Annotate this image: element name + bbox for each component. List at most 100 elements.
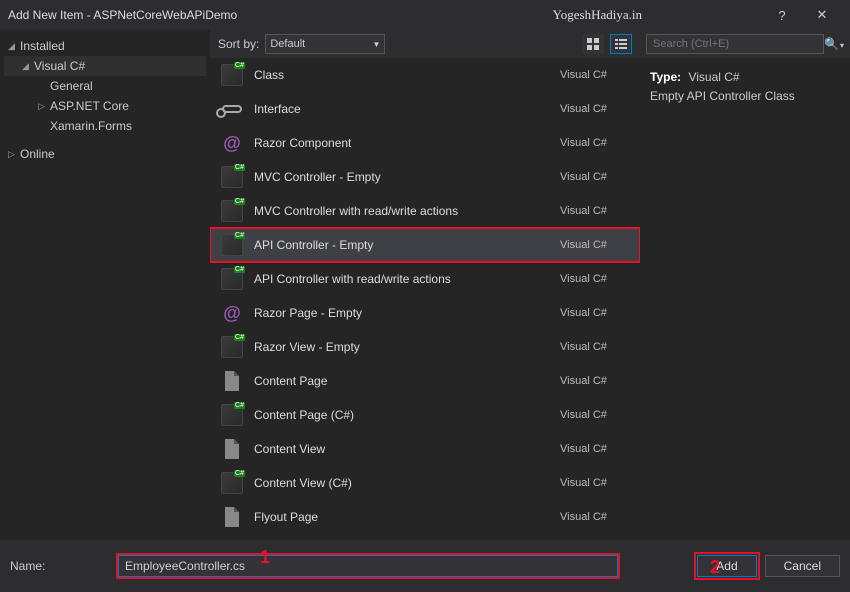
template-label: MVC Controller - Empty bbox=[254, 170, 550, 184]
template-language: Visual C# bbox=[560, 103, 630, 115]
search-row: 🔍▾ bbox=[640, 30, 850, 58]
sort-value: Default bbox=[270, 38, 305, 50]
search-icon[interactable]: 🔍▾ bbox=[824, 37, 844, 51]
list-view-button[interactable] bbox=[610, 34, 632, 54]
template-label: Razor Component bbox=[254, 136, 550, 150]
page-icon bbox=[220, 437, 244, 461]
grid-icon bbox=[587, 38, 599, 50]
chevron-right-icon: ▷ bbox=[8, 149, 20, 160]
cs-icon bbox=[220, 471, 244, 495]
tree-label: Xamarin.Forms bbox=[50, 119, 132, 133]
template-label: Class bbox=[254, 68, 550, 82]
grid-view-button[interactable] bbox=[582, 34, 604, 54]
name-label: Name: bbox=[10, 559, 110, 573]
template-row[interactable]: API Controller - EmptyVisual C# bbox=[210, 228, 640, 262]
sort-dropdown[interactable]: Default ▼ bbox=[265, 34, 385, 54]
tree-label: Installed bbox=[20, 39, 65, 53]
template-label: Content View bbox=[254, 442, 550, 456]
template-row[interactable]: @ Razor Page - Empty Visual C# bbox=[210, 296, 640, 330]
annotation-marker-2: 2 bbox=[710, 557, 720, 578]
tree-label: Visual C# bbox=[34, 59, 85, 73]
cs-icon bbox=[220, 165, 244, 189]
sort-bar: Sort by: Default ▼ bbox=[210, 30, 640, 58]
template-row[interactable]: MVC Controller - Empty Visual C# bbox=[210, 160, 640, 194]
template-label: API Controller with read/write actions bbox=[254, 272, 550, 286]
template-label: Razor View - Empty bbox=[254, 340, 550, 354]
template-row[interactable]: Content View Visual C# bbox=[210, 432, 640, 466]
template-language: Visual C# bbox=[560, 273, 630, 285]
template-language: Visual C# bbox=[560, 341, 630, 353]
template-label: Razor Page - Empty bbox=[254, 306, 550, 320]
template-row[interactable]: MVC Controller with read/write actions Vi… bbox=[210, 194, 640, 228]
bottom-bar: Name: Add Cancel bbox=[0, 540, 850, 592]
template-row[interactable]: Content View (C#) Visual C# bbox=[210, 466, 640, 500]
cs-icon bbox=[220, 199, 244, 223]
tree-label: General bbox=[50, 79, 93, 93]
template-language: Visual C# bbox=[560, 375, 630, 387]
sort-label: Sort by: bbox=[218, 37, 259, 51]
template-row[interactable]: Content Page (C#) Visual C# bbox=[210, 398, 640, 432]
template-language: Visual C# bbox=[560, 443, 630, 455]
template-label: Content Page bbox=[254, 374, 550, 388]
tree-label: Online bbox=[20, 147, 55, 161]
template-row[interactable]: Class Visual C# bbox=[210, 58, 640, 92]
chevron-down-icon: ▼ bbox=[372, 40, 380, 49]
template-language: Visual C# bbox=[560, 409, 630, 421]
template-language: Visual C# bbox=[560, 205, 630, 217]
annotation-marker-1: 1 bbox=[260, 547, 270, 568]
template-label: Interface bbox=[254, 102, 550, 116]
type-value: Visual C# bbox=[688, 70, 739, 84]
template-row[interactable]: Interface Visual C# bbox=[210, 92, 640, 126]
template-label: Content View (C#) bbox=[254, 476, 550, 490]
template-language: Visual C# bbox=[560, 307, 630, 319]
template-row[interactable]: Flyout Page Visual C# bbox=[210, 500, 640, 534]
template-language: Visual C# bbox=[560, 477, 630, 489]
template-list[interactable]: Class Visual C# Interface Visual C# @ Razor C… bbox=[210, 58, 640, 540]
chevron-down-icon: ◢ bbox=[22, 61, 34, 72]
page-icon bbox=[220, 505, 244, 529]
help-button[interactable]: ? bbox=[762, 8, 802, 23]
razor-icon: @ bbox=[220, 301, 244, 325]
interface-icon bbox=[220, 97, 244, 121]
title-bar: Add New Item - ASPNetCoreWebAPiDemo Yoge… bbox=[0, 0, 850, 30]
brand-label: YogeshHadiya.in bbox=[553, 7, 642, 23]
name-input[interactable] bbox=[118, 555, 618, 577]
template-language: Visual C# bbox=[560, 171, 630, 183]
chevron-down-icon: ◢ bbox=[8, 41, 20, 52]
template-language: Visual C# bbox=[560, 137, 630, 149]
cs-icon bbox=[220, 403, 244, 427]
template-label: MVC Controller with read/write actions bbox=[254, 204, 550, 218]
chevron-right-icon: ▷ bbox=[38, 101, 50, 112]
template-detail: Type: Visual C# Empty API Controller Cla… bbox=[640, 58, 850, 116]
cs-icon bbox=[220, 335, 244, 359]
tree-online[interactable]: ▷ Online bbox=[4, 144, 206, 164]
page-icon bbox=[220, 369, 244, 393]
template-language: Visual C# bbox=[560, 69, 630, 81]
razor-icon: @ bbox=[220, 131, 244, 155]
add-button[interactable]: Add bbox=[697, 555, 756, 577]
tree-label: ASP.NET Core bbox=[50, 99, 129, 113]
search-input[interactable] bbox=[646, 34, 824, 54]
template-label: Flyout Page bbox=[254, 510, 550, 524]
template-row[interactable]: Content Page Visual C# bbox=[210, 364, 640, 398]
category-tree: ◢ Installed ◢ Visual C# General ▷ ASP.NE… bbox=[0, 30, 210, 540]
template-language: Visual C# bbox=[560, 511, 630, 523]
cancel-button[interactable]: Cancel bbox=[765, 555, 840, 577]
template-label: Content Page (C#) bbox=[254, 408, 550, 422]
template-row[interactable]: Razor View - Empty Visual C# bbox=[210, 330, 640, 364]
list-icon bbox=[615, 38, 627, 50]
cs-icon bbox=[220, 63, 244, 87]
tree-aspnet-core[interactable]: ▷ ASP.NET Core bbox=[4, 96, 206, 116]
template-panel: Sort by: Default ▼ ClassVisual C#Interfa… bbox=[210, 30, 640, 540]
template-row[interactable]: API Controller with read/write actions Vi… bbox=[210, 262, 640, 296]
tree-xamarin-forms[interactable]: Xamarin.Forms bbox=[4, 116, 206, 136]
tree-visual-csharp[interactable]: ◢ Visual C# bbox=[4, 56, 206, 76]
tree-installed[interactable]: ◢ Installed bbox=[4, 36, 206, 56]
tree-general[interactable]: General bbox=[4, 76, 206, 96]
template-description: Empty API Controller Class bbox=[650, 87, 840, 106]
close-button[interactable]: ✕ bbox=[802, 7, 842, 23]
detail-panel: 🔍▾ Type: Visual C# Empty API Controller … bbox=[640, 30, 850, 540]
template-language: Visual C# bbox=[560, 239, 630, 251]
template-row[interactable]: @ Razor Component Visual C# bbox=[210, 126, 640, 160]
window-title: Add New Item - ASPNetCoreWebAPiDemo bbox=[8, 8, 237, 22]
